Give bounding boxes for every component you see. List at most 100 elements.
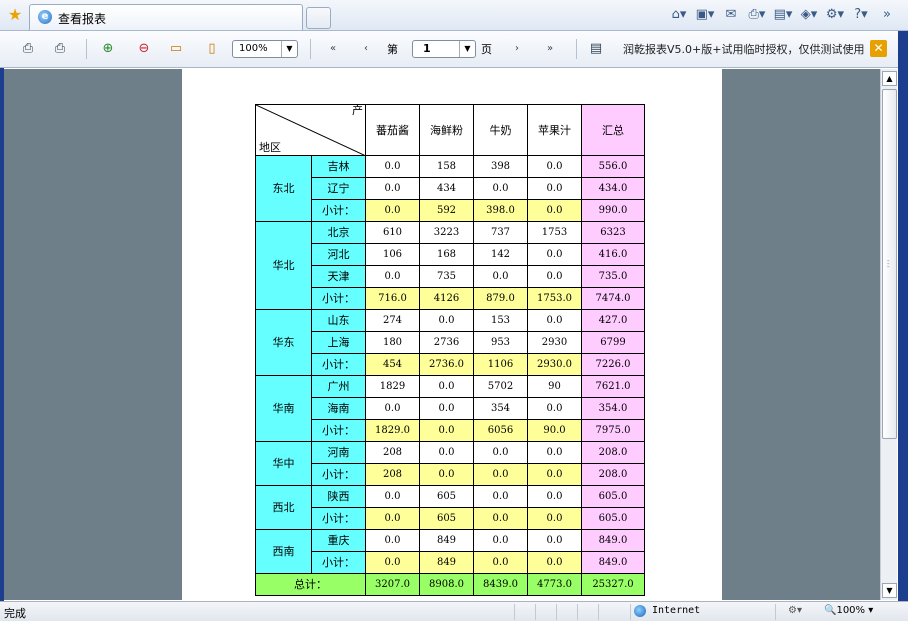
value-cell: 2736 bbox=[419, 331, 474, 354]
summary-cell: 354.0 bbox=[581, 397, 645, 420]
city-cell: 上海 bbox=[311, 331, 366, 354]
new-tab-button[interactable] bbox=[306, 7, 331, 29]
city-cell: 海南 bbox=[311, 397, 366, 420]
browser-tab-bar: ★ e 查看报表 ⌂▾ ▣▾ ✉ ⎙▾ ▤▾ ◈▾ ⚙▾ ?▾ » bbox=[0, 0, 908, 31]
tools-icon[interactable]: ⚙▾ bbox=[824, 5, 846, 25]
window-frame-right bbox=[898, 31, 908, 601]
value-cell: 0.0 bbox=[419, 419, 474, 442]
value-cell: 6056 bbox=[473, 419, 528, 442]
summary-cell: 7621.0 bbox=[581, 375, 645, 398]
status-divider bbox=[577, 604, 578, 620]
print-preview-icon[interactable]: ⎙ bbox=[50, 40, 70, 58]
zoom-out-icon[interactable]: ⊖ bbox=[134, 40, 154, 58]
value-cell: 208 bbox=[365, 441, 420, 464]
summary-cell: 990.0 bbox=[581, 199, 645, 222]
region-cell: 西北 bbox=[255, 485, 312, 530]
value-cell: 1829 bbox=[365, 375, 420, 398]
value-cell: 434 bbox=[419, 177, 474, 200]
summary-cell: 849.0 bbox=[581, 529, 645, 552]
value-cell: 610 bbox=[365, 221, 420, 244]
browser-tab[interactable]: e 查看报表 bbox=[29, 4, 303, 30]
report-table: 产地区 蕃茄酱 海鲜粉 牛奶 苹果汁 汇总 东北 吉林 0.0 158 398 0.0 556.0 辽宁 0… bbox=[255, 104, 645, 596]
safety-icon[interactable]: ◈▾ bbox=[798, 5, 820, 25]
value-cell: 0.0 bbox=[365, 529, 420, 552]
value-cell: 0.0 bbox=[365, 177, 420, 200]
tab-title: 查看报表 bbox=[58, 12, 107, 26]
value-cell: 168 bbox=[419, 243, 474, 266]
summary-cell: 7975.0 bbox=[581, 419, 645, 442]
city-cell: 山东 bbox=[311, 309, 366, 332]
status-divider bbox=[598, 604, 599, 620]
value-cell: 0.0 bbox=[527, 155, 582, 178]
subtotal-label: 小计： bbox=[311, 551, 366, 574]
summary-cell: 7226.0 bbox=[581, 353, 645, 376]
summary-cell: 735.0 bbox=[581, 265, 645, 288]
last-page-icon[interactable]: » bbox=[542, 40, 558, 58]
table-row: 上海 180 2736 953 2930 6799 bbox=[256, 331, 645, 354]
subtotal-label: 小计： bbox=[311, 199, 366, 222]
print-icon[interactable]: ⎙▾ bbox=[746, 5, 768, 25]
value-cell: 605 bbox=[419, 507, 474, 530]
scroll-up-icon[interactable]: ▲ bbox=[882, 71, 897, 86]
subtotal-row: 小计： 0.0 592 398.0 0.0 990.0 bbox=[256, 199, 645, 222]
table-row: 华北 北京 610 3223 737 1753 6323 bbox=[255, 221, 645, 310]
first-page-icon[interactable]: « bbox=[325, 40, 341, 58]
zoom-select[interactable]: 100% ▼ bbox=[232, 40, 298, 58]
column-header: 海鲜粉 bbox=[419, 104, 474, 156]
corner-header-cell: 产地区 bbox=[255, 104, 366, 156]
status-zoom[interactable]: 🔍100% ▾ bbox=[824, 605, 873, 616]
region-cell: 华南 bbox=[255, 375, 312, 442]
page-number-select[interactable]: 1 ▼ bbox=[412, 40, 476, 58]
value-cell: 849 bbox=[419, 551, 474, 574]
chevron-down-icon: ▼ bbox=[281, 41, 297, 57]
vertical-scrollbar[interactable]: ▲ --- ▼ bbox=[880, 69, 897, 600]
status-zoom-value: 100% bbox=[836, 605, 866, 616]
subtotal-label: 小计： bbox=[311, 419, 366, 442]
value-cell: 90.0 bbox=[527, 419, 582, 442]
region-cell: 华中 bbox=[255, 441, 312, 486]
feeds-icon[interactable]: ▣▾ bbox=[694, 5, 716, 25]
protected-mode-icon[interactable]: ⚙▾ bbox=[788, 605, 802, 616]
page-icon[interactable]: ▤▾ bbox=[772, 5, 794, 25]
document-icon[interactable]: ▤ bbox=[588, 40, 604, 58]
subtotal-row: 小计： 1829.0 0.0 6056 90.0 7975.0 bbox=[256, 419, 645, 442]
total-cell: 8439.0 bbox=[473, 573, 528, 596]
city-cell: 北京 bbox=[311, 221, 366, 244]
home-icon[interactable]: ⌂▾ bbox=[668, 5, 690, 25]
prev-page-icon[interactable]: ‹ bbox=[358, 40, 374, 58]
table-row: 海南 0.0 0.0 354 0.0 354.0 bbox=[256, 397, 645, 420]
value-cell: 0.0 bbox=[419, 441, 474, 464]
status-bar: 完成 Internet ⚙▾ 🔍100% ▾ bbox=[0, 601, 908, 621]
city-cell: 重庆 bbox=[311, 529, 366, 552]
page-number-value: 1 bbox=[423, 42, 431, 55]
value-cell: 398.0 bbox=[473, 199, 528, 222]
value-cell: 592 bbox=[419, 199, 474, 222]
value-cell: 879.0 bbox=[473, 287, 528, 310]
value-cell: 142 bbox=[473, 243, 528, 266]
scroll-down-icon[interactable]: ▼ bbox=[882, 583, 897, 598]
next-page-icon[interactable]: › bbox=[509, 40, 525, 58]
value-cell: 0.0 bbox=[365, 199, 420, 222]
mail-icon[interactable]: ✉ bbox=[720, 5, 742, 25]
chevron-more-icon[interactable]: » bbox=[876, 5, 898, 25]
subtotal-label: 小计： bbox=[311, 463, 366, 486]
page-width-icon[interactable]: ▭ bbox=[166, 40, 186, 58]
help-icon[interactable]: ?▾ bbox=[850, 5, 872, 25]
value-cell: 208 bbox=[365, 463, 420, 486]
city-cell: 天津 bbox=[311, 265, 366, 288]
page-height-icon[interactable]: ▯ bbox=[202, 40, 222, 58]
close-icon[interactable]: ✕ bbox=[870, 40, 887, 57]
status-divider bbox=[535, 604, 536, 620]
value-cell: 0.0 bbox=[365, 155, 420, 178]
value-cell: 0.0 bbox=[473, 177, 528, 200]
zoom-in-icon[interactable]: ⊕ bbox=[98, 40, 118, 58]
toolbar-divider bbox=[576, 39, 577, 59]
subtotal-label: 小计： bbox=[311, 353, 366, 376]
scrollbar-thumb[interactable]: --- bbox=[882, 89, 897, 439]
column-header: 汇总 bbox=[581, 104, 645, 156]
favorites-star-icon[interactable]: ★ bbox=[6, 6, 24, 24]
value-cell: 737 bbox=[473, 221, 528, 244]
print-icon[interactable]: ⎙ bbox=[18, 40, 38, 58]
summary-cell: 556.0 bbox=[581, 155, 645, 178]
value-cell: 2736.0 bbox=[419, 353, 474, 376]
